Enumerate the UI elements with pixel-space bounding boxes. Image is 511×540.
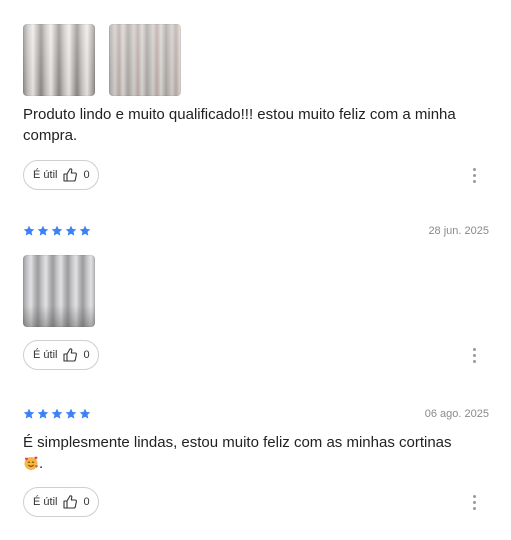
star-icon [79,408,91,419]
star-icon [37,408,49,419]
review-2: 28 jun. 2025 É útil 0 [23,224,489,370]
useful-count: 0 [83,169,90,181]
review-1: Produto lindo e muito qualificado!!! est… [23,24,489,190]
smiling-face-with-hearts-icon [24,456,38,470]
review-actions: É útil 0 [23,160,489,190]
useful-count: 0 [83,496,90,508]
useful-button[interactable]: É útil 0 [23,160,99,190]
rating-row: 06 ago. 2025 [23,407,489,421]
review-date: 28 jun. 2025 [428,225,489,237]
review-photo[interactable] [23,255,95,327]
review-text-body: É simplesmente lindas, estou muito feliz… [23,434,452,451]
star-icon [37,225,49,236]
star-rating [23,225,91,237]
thumbs-up-icon [63,348,78,362]
more-options-icon[interactable] [471,494,477,510]
review-photo[interactable] [23,24,95,96]
review-actions: É útil 0 [23,340,489,370]
more-options-icon[interactable] [471,347,477,363]
useful-label: É útil [33,349,58,361]
star-icon [79,225,91,236]
star-icon [65,408,77,419]
review-text: Produto lindo e muito qualificado!!! est… [23,106,456,144]
star-icon [51,408,63,419]
more-options-icon[interactable] [471,167,477,183]
star-rating [23,408,91,420]
review-photo[interactable] [109,24,181,96]
review-3: 06 ago. 2025 É simplesmente lindas, esto… [23,407,489,517]
useful-count: 0 [83,349,90,361]
thumbs-up-icon [63,168,78,182]
thumbs-up-icon [63,495,78,509]
useful-button[interactable]: É útil 0 [23,340,99,370]
useful-label: É útil [33,496,58,508]
useful-button[interactable]: É útil 0 [23,487,99,517]
useful-label: É útil [33,169,58,181]
star-icon [23,408,35,419]
star-icon [65,225,77,236]
review-photos [23,24,489,96]
review-text: É simplesmente lindas, estou muito feliz… [23,432,489,474]
review-photos [23,255,489,327]
review-text-end: . [39,455,44,472]
star-icon [51,225,63,236]
review-actions: É útil 0 [23,487,489,517]
rating-row: 28 jun. 2025 [23,224,489,238]
review-date: 06 ago. 2025 [424,408,489,420]
star-icon [23,225,35,236]
